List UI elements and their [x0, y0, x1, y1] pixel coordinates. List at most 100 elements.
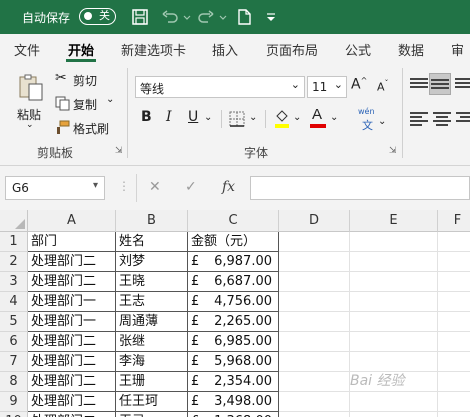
- row-header[interactable]: 10: [0, 412, 28, 417]
- align-left-icon[interactable]: [410, 112, 428, 126]
- empty-cell[interactable]: [438, 292, 470, 312]
- format-painter-label[interactable]: 格式刷: [73, 120, 109, 137]
- row-header[interactable]: 5: [0, 312, 28, 332]
- cell-c4[interactable]: £4,756.00: [188, 292, 279, 312]
- borders-icon[interactable]: [229, 111, 245, 127]
- row-header[interactable]: 6: [0, 332, 28, 352]
- cut-icon[interactable]: ✂: [55, 70, 67, 86]
- copy-icon[interactable]: [55, 96, 70, 111]
- customize-toolbar-icon[interactable]: [264, 7, 278, 27]
- column-header-e[interactable]: E: [350, 210, 438, 232]
- tab-formulas[interactable]: 公式: [345, 40, 371, 59]
- empty-cell[interactable]: [438, 332, 470, 352]
- empty-cell[interactable]: [279, 252, 350, 272]
- cell-a8[interactable]: 处理部门二: [28, 372, 116, 392]
- cell-c8[interactable]: £2,354.00: [188, 372, 279, 392]
- empty-cell[interactable]: [279, 272, 350, 292]
- empty-cell[interactable]: [279, 292, 350, 312]
- cell-b3[interactable]: 王晓: [116, 272, 188, 292]
- font-color-icon[interactable]: A: [312, 106, 322, 123]
- cell-a9[interactable]: 处理部门二: [28, 392, 116, 412]
- cell-b2[interactable]: 刘梦: [116, 252, 188, 272]
- tab-insert[interactable]: 插入: [212, 40, 238, 59]
- empty-cell[interactable]: [350, 352, 438, 372]
- tab-page-layout[interactable]: 页面布局: [266, 40, 318, 59]
- autosave-toggle[interactable]: 关: [79, 8, 116, 25]
- empty-cell[interactable]: [350, 232, 438, 252]
- undo-dropdown-icon[interactable]: [182, 7, 192, 27]
- row-header[interactable]: 1: [0, 232, 28, 252]
- cell-a2[interactable]: 处理部门二: [28, 252, 116, 272]
- cell-c7[interactable]: £5,968.00: [188, 352, 279, 372]
- row-header[interactable]: 9: [0, 392, 28, 412]
- redo-icon[interactable]: [196, 7, 216, 27]
- empty-cell[interactable]: [350, 292, 438, 312]
- decrease-font-icon[interactable]: Aˇ: [377, 79, 389, 94]
- column-header-f[interactable]: F: [438, 210, 470, 232]
- formula-input[interactable]: [250, 176, 470, 200]
- cell-b4[interactable]: 王志: [116, 292, 188, 312]
- cell-c10[interactable]: £1,368.00: [188, 412, 279, 417]
- align-right-icon[interactable]: [456, 112, 470, 126]
- cell-a10[interactable]: 处理部门二: [28, 412, 116, 417]
- font-size-dropdown-icon[interactable]: ⌄: [334, 78, 343, 91]
- copy-dropdown-icon[interactable]: ⌄: [106, 94, 114, 105]
- cell-c1[interactable]: 金额（元）: [188, 232, 279, 252]
- cell-a3[interactable]: 处理部门二: [28, 272, 116, 292]
- align-center-icon[interactable]: [433, 112, 451, 126]
- tab-new-tab[interactable]: 新建选项卡: [121, 40, 186, 59]
- empty-cell[interactable]: [279, 232, 350, 252]
- cell-b5[interactable]: 周通薄: [116, 312, 188, 332]
- copy-label[interactable]: 复制: [73, 96, 97, 113]
- cut-label[interactable]: 剪切: [73, 72, 97, 89]
- empty-cell[interactable]: [438, 252, 470, 272]
- cell-c3[interactable]: £6,687.00: [188, 272, 279, 292]
- row-header[interactable]: 3: [0, 272, 28, 292]
- clipboard-launcher-icon[interactable]: ⇲: [115, 146, 123, 156]
- cell-b6[interactable]: 张继: [116, 332, 188, 352]
- row-header[interactable]: 4: [0, 292, 28, 312]
- name-box[interactable]: G6 ▾: [5, 176, 105, 200]
- empty-cell[interactable]: [438, 352, 470, 372]
- empty-cell[interactable]: [438, 372, 470, 392]
- insert-function-icon[interactable]: fx: [222, 179, 235, 195]
- align-top-icon[interactable]: [410, 78, 428, 92]
- cell-a4[interactable]: 处理部门一: [28, 292, 116, 312]
- save-icon[interactable]: [130, 7, 150, 27]
- font-launcher-icon[interactable]: ⇲: [389, 146, 397, 156]
- row-header[interactable]: 8: [0, 372, 28, 392]
- cell-b8[interactable]: 王珊: [116, 372, 188, 392]
- font-name-dropdown-icon[interactable]: ⌄: [291, 78, 300, 91]
- tab-data[interactable]: 数据: [398, 40, 424, 59]
- format-painter-icon[interactable]: [55, 120, 70, 135]
- row-header[interactable]: 7: [0, 352, 28, 372]
- cell-a5[interactable]: 处理部门一: [28, 312, 116, 332]
- underline-dropdown-icon[interactable]: ⌄: [204, 112, 212, 123]
- tab-home[interactable]: 开始: [68, 40, 94, 59]
- column-header-d[interactable]: D: [279, 210, 350, 232]
- empty-cell[interactable]: [438, 312, 470, 332]
- empty-cell[interactable]: [438, 392, 470, 412]
- cell-c2[interactable]: £6,987.00: [188, 252, 279, 272]
- cell-a7[interactable]: 处理部门二: [28, 352, 116, 372]
- font-name-select[interactable]: 等线 ⌄: [135, 76, 305, 98]
- cancel-icon[interactable]: ✕: [149, 179, 161, 195]
- cell-c9[interactable]: £3,498.00: [188, 392, 279, 412]
- name-box-dropdown-icon[interactable]: ▾: [93, 180, 98, 191]
- font-color-dropdown-icon[interactable]: ⌄: [330, 112, 338, 123]
- underline-button[interactable]: U: [188, 109, 198, 125]
- empty-cell[interactable]: [438, 272, 470, 292]
- empty-cell[interactable]: [279, 412, 350, 417]
- increase-font-icon[interactable]: A^: [351, 76, 367, 93]
- enter-icon[interactable]: ✓: [185, 179, 197, 195]
- empty-cell[interactable]: [279, 332, 350, 352]
- redo-dropdown-icon[interactable]: [218, 7, 228, 27]
- new-file-icon[interactable]: [234, 7, 254, 27]
- cell-b1[interactable]: 姓名: [116, 232, 188, 252]
- select-all-button[interactable]: [0, 210, 28, 232]
- cell-a6[interactable]: 处理部门二: [28, 332, 116, 352]
- empty-cell[interactable]: [350, 332, 438, 352]
- column-header-c[interactable]: C: [188, 210, 279, 232]
- cell-b7[interactable]: 李海: [116, 352, 188, 372]
- empty-cell[interactable]: [350, 312, 438, 332]
